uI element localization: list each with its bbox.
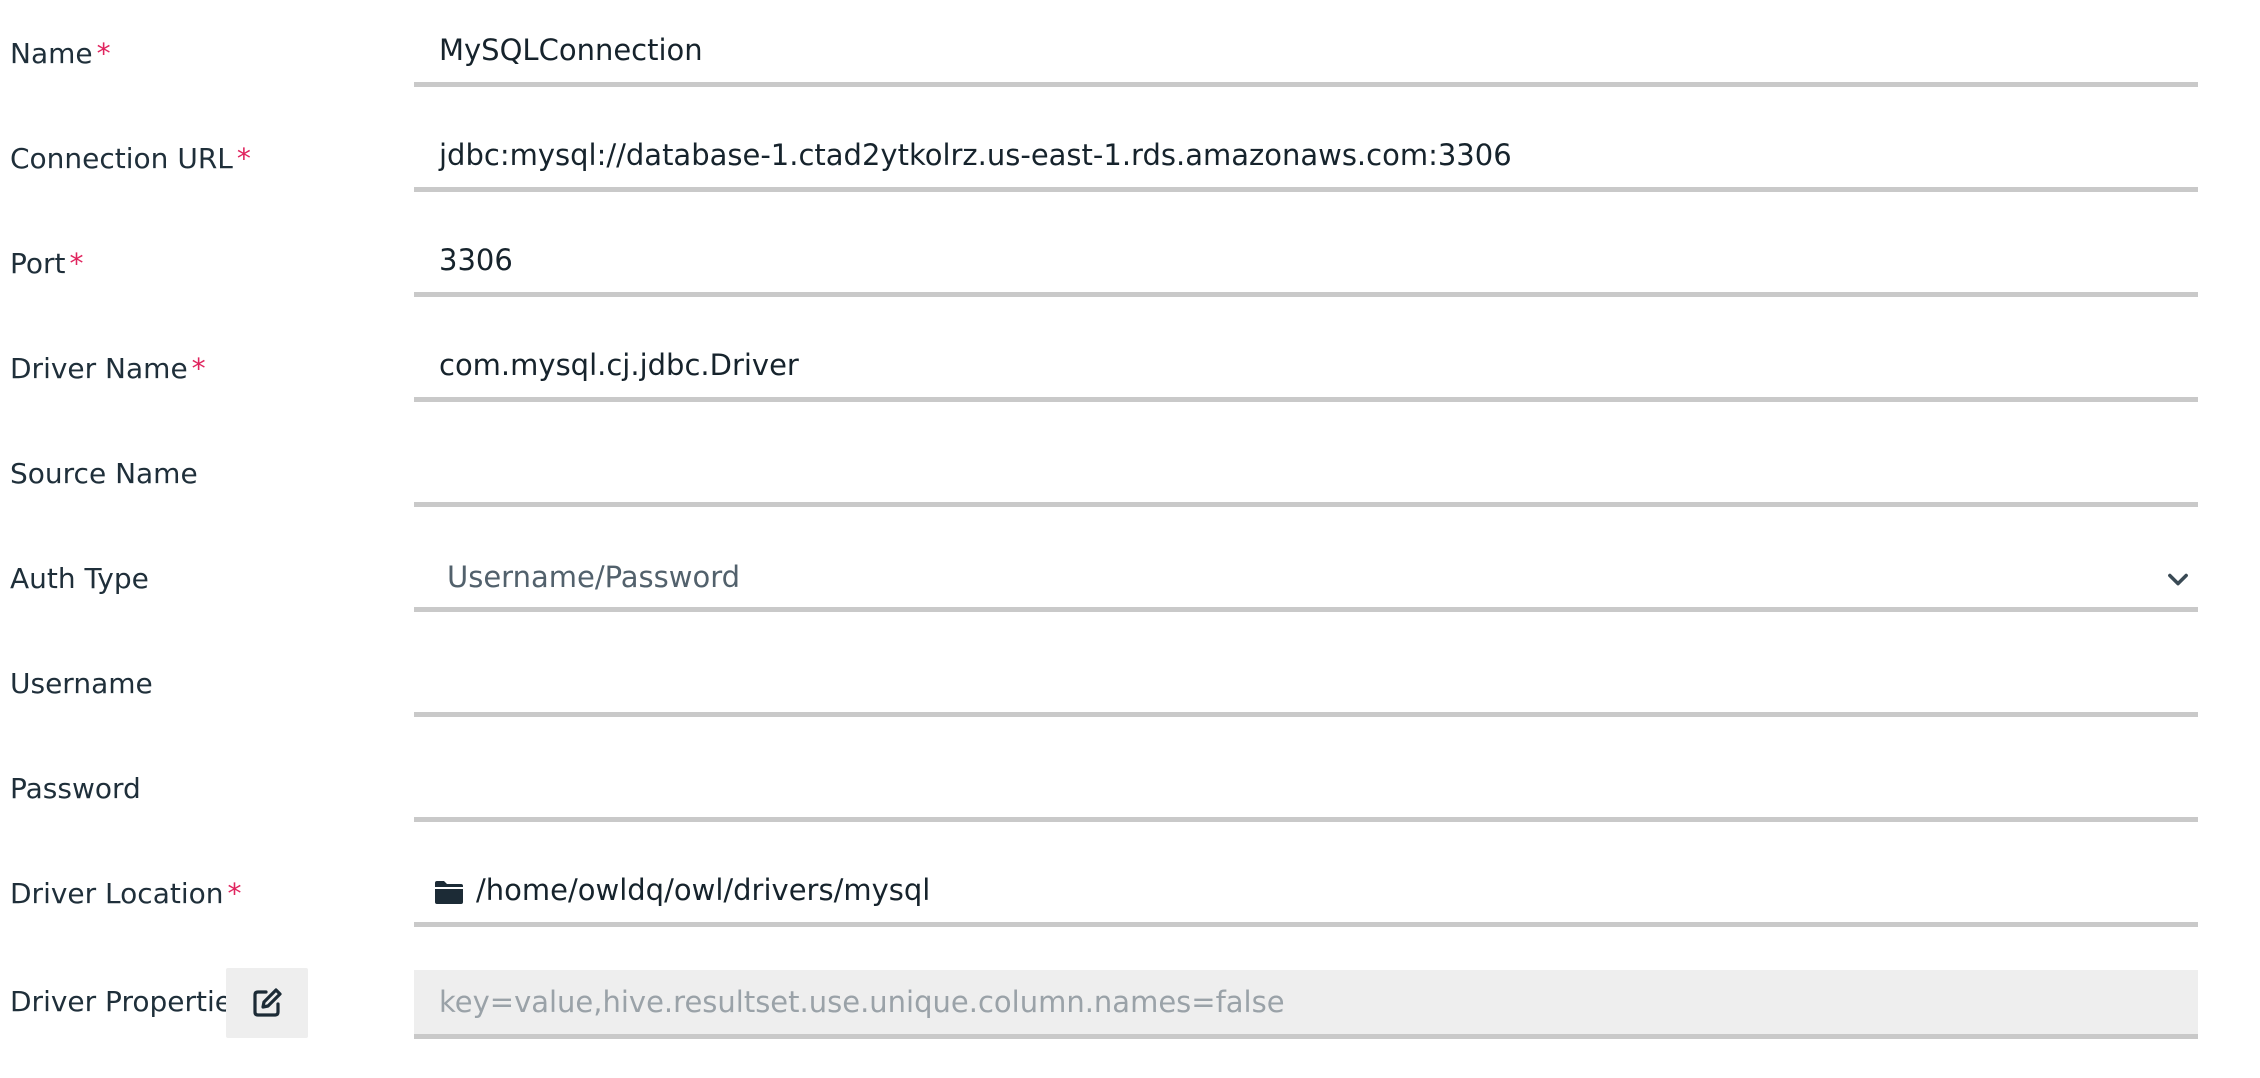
connection-url-label: Connection URL *: [10, 142, 251, 175]
username-row: Username: [0, 630, 2260, 735]
required-marker: *: [236, 142, 251, 175]
port-row: Port * 3306: [0, 210, 2260, 315]
connection-url-input[interactable]: jdbc:mysql://database-1.ctad2ytkolrz.us-…: [414, 115, 2198, 192]
password-row: Password: [0, 735, 2260, 840]
name-row: Name * MySQLConnection: [0, 0, 2260, 105]
name-label: Name *: [10, 37, 111, 70]
name-value: MySQLConnection: [439, 33, 703, 67]
driver-properties-placeholder: key=value,hive.resultset.use.unique.colu…: [439, 985, 1285, 1019]
driver-location-input[interactable]: /home/owldq/owl/drivers/mysql: [414, 850, 2198, 927]
username-label: Username: [10, 667, 153, 700]
edit-properties-button[interactable]: [226, 968, 308, 1038]
connection-url-value: jdbc:mysql://database-1.ctad2ytkolrz.us-…: [439, 138, 1512, 172]
chevron-down-icon[interactable]: [2164, 565, 2192, 593]
source-name-input[interactable]: [414, 430, 2198, 507]
folder-icon[interactable]: [434, 879, 464, 905]
connection-form: Name * MySQLConnection Connection URL * jd…: [0, 0, 2260, 1078]
auth-type-label: Auth Type: [10, 562, 149, 595]
driver-location-row: Driver Location * /home/owldq/owl/drivers…: [0, 840, 2260, 945]
driver-properties-input[interactable]: key=value,hive.resultset.use.unique.colu…: [414, 970, 2198, 1039]
password-input[interactable]: [414, 745, 2198, 822]
driver-name-value: com.mysql.cj.jdbc.Driver: [439, 348, 799, 382]
driver-name-input[interactable]: com.mysql.cj.jdbc.Driver: [414, 325, 2198, 402]
port-input[interactable]: 3306: [414, 220, 2198, 297]
source-name-row: Source Name: [0, 420, 2260, 525]
name-input[interactable]: MySQLConnection: [414, 10, 2198, 87]
driver-properties-label: Driver Properties: [10, 985, 247, 1018]
port-label: Port *: [10, 247, 84, 280]
username-input[interactable]: [414, 640, 2198, 717]
required-marker: *: [96, 37, 111, 70]
required-marker: *: [191, 352, 206, 385]
auth-type-row: Auth Type Username/Password: [0, 525, 2260, 630]
required-marker: *: [69, 247, 84, 280]
source-name-label: Source Name: [10, 457, 198, 490]
edit-icon: [253, 988, 282, 1017]
password-label: Password: [10, 772, 141, 805]
required-marker: *: [227, 877, 242, 910]
connection-url-row: Connection URL * jdbc:mysql://database-1.…: [0, 105, 2260, 210]
auth-type-value: Username/Password: [447, 560, 741, 594]
driver-name-row: Driver Name * com.mysql.cj.jdbc.Driver: [0, 315, 2260, 420]
driver-name-label: Driver Name *: [10, 352, 206, 385]
driver-location-value: /home/owldq/owl/drivers/mysql: [476, 873, 931, 907]
port-value: 3306: [439, 243, 513, 277]
auth-type-select[interactable]: Username/Password: [414, 535, 2198, 612]
driver-location-label: Driver Location *: [10, 877, 242, 910]
